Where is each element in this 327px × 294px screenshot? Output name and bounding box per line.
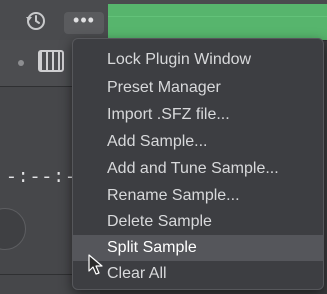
menu-item-clear-all[interactable]: Clear All: [73, 261, 323, 287]
track-region: [108, 4, 327, 40]
menu-item-add-and-tune-sample[interactable]: Add and Tune Sample...: [73, 156, 323, 182]
status-dot: [18, 60, 24, 66]
more-options-button[interactable]: •••: [64, 11, 104, 34]
menu-item-lock-plugin-window[interactable]: Lock Plugin Window: [73, 47, 323, 73]
menu-item-split-sample[interactable]: Split Sample: [73, 235, 323, 261]
menu-item-add-sample[interactable]: Add Sample...: [73, 129, 323, 155]
piano-keys-icon[interactable]: [38, 50, 64, 72]
menu-item-import-sfz[interactable]: Import .SFZ file...: [73, 102, 323, 128]
history-icon-graphic: [26, 12, 45, 30]
toolbar: •••: [0, 0, 327, 41]
menu-item-delete-sample[interactable]: Delete Sample: [73, 209, 323, 235]
context-menu: Lock Plugin Window Preset Manager Import…: [72, 38, 324, 290]
mouse-pointer-icon: [88, 254, 103, 275]
history-icon[interactable]: [22, 8, 48, 34]
menu-item-rename-sample[interactable]: Rename Sample...: [73, 183, 323, 209]
menu-item-preset-manager[interactable]: Preset Manager: [73, 75, 323, 101]
